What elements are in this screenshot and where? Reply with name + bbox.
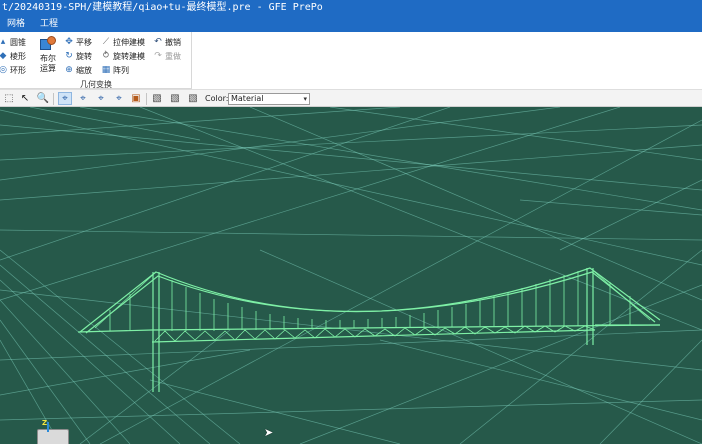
pick-part-icon[interactable]: ▣ bbox=[129, 92, 143, 105]
undo-button[interactable]: ↶ 撤销 bbox=[153, 36, 181, 48]
boolean-icon bbox=[39, 36, 57, 52]
array-label: 阵列 bbox=[113, 65, 129, 75]
color-mode-select[interactable]: Material ▾ bbox=[228, 93, 310, 105]
backstay-left bbox=[94, 271, 157, 329]
prism-icon: ◆ bbox=[0, 51, 7, 61]
cone-icon: ▴ bbox=[0, 37, 6, 47]
redo-icon: ↷ bbox=[154, 51, 162, 61]
scale-label: 缩放 bbox=[76, 65, 92, 75]
boolean-label-2: 运算 bbox=[40, 64, 56, 73]
torus-button[interactable]: ◎ 环形 bbox=[0, 64, 26, 76]
revolve-button[interactable]: ⥁ 旋转建模 bbox=[101, 50, 145, 62]
view-wireframe-icon[interactable]: ▧ bbox=[186, 92, 200, 105]
scale-icon: ⊕ bbox=[65, 65, 73, 75]
pick-face-icon[interactable]: ⌖ bbox=[94, 92, 108, 105]
window-title: t/20240319-SPH/建模教程/qiao+tu-最终模型.pre - G… bbox=[2, 2, 323, 13]
translate-button[interactable]: ✥ 平移 bbox=[64, 36, 92, 48]
cone-label: 圆锥 bbox=[10, 37, 26, 47]
color-mode-value: Material bbox=[231, 94, 264, 103]
redo-label: 重做 bbox=[165, 51, 181, 61]
axis-z-line bbox=[47, 422, 49, 432]
main-cable-2 bbox=[85, 271, 656, 334]
boolean-label-1: 布尔 bbox=[40, 54, 56, 63]
rotate-button[interactable]: ↻ 旋转 bbox=[64, 50, 92, 62]
extrude-label: 拉伸建模 bbox=[113, 37, 145, 47]
revolve-icon: ⥁ bbox=[102, 51, 110, 61]
rotate-label: 旋转 bbox=[76, 51, 92, 61]
undo-icon: ↶ bbox=[154, 37, 162, 47]
toolbar-separator bbox=[53, 93, 54, 105]
menu-bar: 网格 工程 bbox=[0, 16, 702, 32]
box-select-icon[interactable]: ⬚ bbox=[2, 92, 16, 105]
ribbon: ▴ 圆锥 ◆ 棱形 ◎ 环形 布尔 运算 ✥ 平移 ↻ 旋转 ⊕ 缩放 ⟋ 拉伸… bbox=[0, 32, 702, 89]
mouse-cursor-icon: ➤ bbox=[264, 426, 274, 439]
translate-label: 平移 bbox=[76, 37, 92, 47]
menu-project[interactable]: 工程 bbox=[40, 16, 58, 32]
revolve-label: 旋转建模 bbox=[113, 51, 145, 61]
extrude-icon: ⟋ bbox=[102, 37, 110, 47]
app-window: t/20240319-SPH/建模教程/qiao+tu-最终模型.pre - G… bbox=[0, 0, 702, 444]
3d-viewport[interactable]: Z ➤ bbox=[0, 107, 702, 444]
pick-element-icon[interactable]: ⌖ bbox=[76, 92, 90, 105]
array-grid-icon: ▦ bbox=[101, 65, 111, 75]
bridge-deck-bottom bbox=[151, 329, 596, 343]
rotate-icon: ↻ bbox=[65, 51, 73, 61]
view-iso-icon[interactable]: ▧ bbox=[168, 92, 182, 105]
cone-button[interactable]: ▴ 圆锥 bbox=[0, 36, 26, 48]
extrude-button[interactable]: ⟋ 拉伸建模 bbox=[101, 36, 145, 48]
view-toolbar: ⬚ ↖ 🔍 ⌖ ⌖ ⌖ ⌖ ▣ ▧ ▧ ▧ Color: Material ▾ bbox=[0, 89, 702, 107]
pointer-select-icon[interactable]: ↖ bbox=[18, 92, 32, 105]
boolean-operation-button[interactable]: 布尔 运算 bbox=[35, 36, 61, 74]
chevron-down-icon: ▾ bbox=[303, 95, 307, 103]
menu-mesh[interactable]: 网格 bbox=[7, 16, 25, 32]
torus-icon: ◎ bbox=[0, 65, 7, 75]
torus-label: 环形 bbox=[10, 65, 26, 75]
model-canvas[interactable] bbox=[0, 107, 702, 444]
geometry-transform-panel: ▴ 圆锥 ◆ 棱形 ◎ 环形 布尔 运算 ✥ 平移 ↻ 旋转 ⊕ 缩放 ⟋ 拉伸… bbox=[0, 32, 192, 89]
scale-button[interactable]: ⊕ 缩放 bbox=[64, 64, 92, 76]
redo-button[interactable]: ↷ 重做 bbox=[153, 50, 181, 62]
move-icon: ✥ bbox=[65, 37, 73, 47]
pick-node-icon[interactable]: ⌖ bbox=[58, 92, 72, 105]
title-bar: t/20240319-SPH/建模教程/qiao+tu-最终模型.pre - G… bbox=[0, 0, 702, 16]
array-button[interactable]: ▦ 阵列 bbox=[101, 64, 129, 76]
view-fit-icon[interactable]: ▧ bbox=[150, 92, 164, 105]
zoom-select-icon[interactable]: 🔍 bbox=[36, 92, 50, 105]
toolbar-separator bbox=[146, 93, 147, 105]
pick-body-icon[interactable]: ⌖ bbox=[112, 92, 126, 105]
suspension-bridge bbox=[77, 267, 661, 392]
undo-label: 撤销 bbox=[165, 37, 181, 47]
color-label: Color: bbox=[205, 94, 229, 103]
prism-label: 棱形 bbox=[10, 51, 26, 61]
prism-button[interactable]: ◆ 棱形 bbox=[0, 50, 26, 62]
axis-triad bbox=[37, 422, 69, 444]
backstay-right bbox=[589, 267, 651, 321]
